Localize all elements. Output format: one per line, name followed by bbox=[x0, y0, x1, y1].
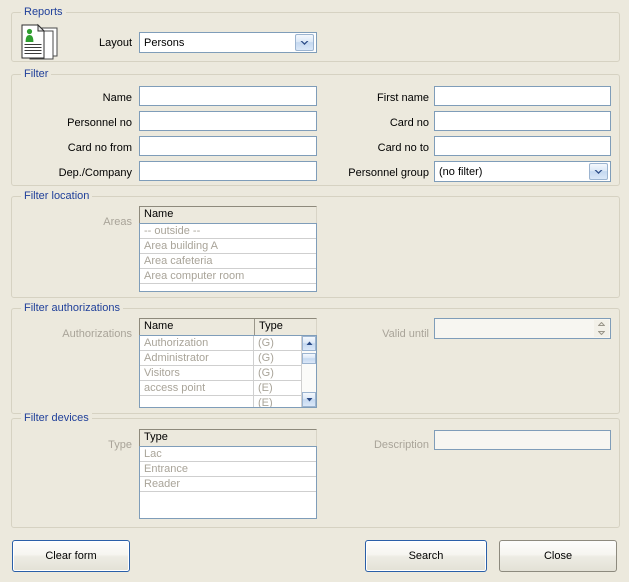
reports-group-legend: Reports bbox=[21, 6, 66, 18]
device-type-cell: Entrance bbox=[144, 463, 189, 475]
authorizations-cell-type: (G) bbox=[258, 352, 274, 364]
areas-cell-name: Area building A bbox=[144, 240, 218, 252]
areas-list-body[interactable]: -- outside -- Area building A Area cafet… bbox=[139, 223, 317, 292]
first-name-label: First name bbox=[377, 92, 429, 104]
device-type-cell bbox=[140, 507, 316, 518]
authorizations-cell-name: Visitors bbox=[140, 366, 254, 380]
table-row[interactable]: access point (E) bbox=[140, 381, 301, 396]
areas-cell-name: Area cafeteria bbox=[144, 255, 213, 267]
name-label: Name bbox=[102, 92, 132, 104]
search-button-label: Search bbox=[408, 550, 444, 562]
card-no-from-input[interactable] bbox=[139, 136, 317, 156]
card-no-to-input[interactable] bbox=[434, 136, 611, 156]
list-item[interactable]: Area cafeteria bbox=[140, 254, 316, 269]
filter-devices-group-legend: Filter devices bbox=[21, 412, 92, 424]
device-type-label: Type bbox=[108, 439, 132, 451]
device-type-column-type[interactable]: Type bbox=[140, 430, 316, 446]
list-item[interactable] bbox=[140, 284, 316, 291]
authorizations-scrollbar[interactable] bbox=[301, 336, 316, 407]
areas-cell-name bbox=[140, 284, 316, 291]
card-no-to-label: Card no to bbox=[377, 142, 429, 154]
personnel-no-label: Personnel no bbox=[67, 117, 132, 129]
personnel-group-combobox[interactable]: (no filter) bbox=[434, 161, 611, 182]
areas-cell-name: -- outside -- bbox=[144, 225, 201, 237]
documents-person-icon bbox=[18, 23, 62, 61]
close-button-label: Close bbox=[543, 550, 573, 562]
card-no-label: Card no bbox=[389, 117, 429, 129]
valid-until-spinner-buttons[interactable] bbox=[594, 320, 609, 337]
filter-authorizations-group-legend: Filter authorizations bbox=[21, 302, 123, 314]
spinner-down-icon[interactable] bbox=[594, 328, 609, 337]
personnel-group-combobox-value: (no filter) bbox=[439, 165, 483, 178]
device-type-list[interactable]: Type Lac Entrance Reader bbox=[139, 429, 317, 519]
first-name-input[interactable] bbox=[434, 86, 611, 106]
authorizations-label: Authorizations bbox=[62, 328, 132, 340]
scrollbar-thumb[interactable] bbox=[302, 353, 316, 364]
authorizations-list-body[interactable]: Authorization (G) Administrator (G) Visi… bbox=[139, 335, 317, 408]
dep-company-input[interactable] bbox=[139, 161, 317, 181]
list-item[interactable]: Reader bbox=[140, 477, 316, 492]
layout-combobox[interactable]: Persons bbox=[139, 32, 317, 53]
scroll-up-icon[interactable] bbox=[302, 336, 316, 351]
valid-until-label: Valid until bbox=[382, 328, 429, 340]
table-row[interactable]: (E) bbox=[140, 396, 301, 407]
authorizations-cell-type: (G) bbox=[258, 337, 274, 349]
authorizations-list-header: Name Type bbox=[139, 318, 317, 335]
list-item[interactable]: Area computer room bbox=[140, 269, 316, 284]
scrollbar-track[interactable] bbox=[302, 351, 316, 392]
device-type-cell bbox=[140, 492, 316, 507]
device-type-cell: Lac bbox=[144, 448, 162, 460]
authorizations-cell-name bbox=[140, 396, 254, 407]
search-button[interactable]: Search bbox=[365, 540, 487, 572]
card-no-from-label: Card no from bbox=[67, 142, 132, 154]
chevron-down-icon[interactable] bbox=[589, 163, 608, 180]
card-no-input[interactable] bbox=[434, 111, 611, 131]
areas-cell-name: Area computer room bbox=[144, 270, 245, 282]
device-type-cell: Reader bbox=[144, 478, 181, 490]
authorizations-cell-name: Administrator bbox=[140, 351, 254, 365]
device-type-list-body[interactable]: Lac Entrance Reader bbox=[139, 446, 317, 519]
list-item[interactable]: Entrance bbox=[140, 462, 316, 477]
scroll-down-icon[interactable] bbox=[302, 392, 316, 407]
layout-combobox-value: Persons bbox=[144, 36, 185, 49]
authorizations-column-type[interactable]: Type bbox=[255, 319, 316, 335]
chevron-down-icon[interactable] bbox=[295, 34, 314, 51]
authorizations-cell-type: (G) bbox=[258, 367, 274, 379]
filter-group-legend: Filter bbox=[21, 68, 52, 80]
table-row[interactable]: Administrator (G) bbox=[140, 351, 301, 366]
close-button[interactable]: Close bbox=[499, 540, 617, 572]
areas-label: Areas bbox=[103, 216, 132, 228]
areas-list-header: Name bbox=[139, 206, 317, 223]
filter-location-group-legend: Filter location bbox=[21, 190, 93, 202]
valid-until-spinner[interactable] bbox=[434, 318, 611, 339]
personnel-group-label: Personnel group bbox=[348, 167, 429, 179]
description-input[interactable] bbox=[434, 430, 611, 450]
dep-company-label: Dep./Company bbox=[58, 167, 132, 179]
list-item[interactable]: Area building A bbox=[140, 239, 316, 254]
description-label: Description bbox=[373, 439, 429, 451]
authorizations-column-name[interactable]: Name bbox=[140, 319, 255, 335]
authorizations-list[interactable]: Name Type Authorization (G) Administrato… bbox=[139, 318, 317, 408]
clear-form-button[interactable]: Clear form bbox=[12, 540, 130, 572]
layout-label: Layout bbox=[98, 37, 132, 49]
authorizations-cell-type: (E) bbox=[258, 382, 273, 394]
authorizations-cell-type: (E) bbox=[258, 397, 273, 407]
list-item[interactable]: Lac bbox=[140, 447, 316, 462]
list-item[interactable]: -- outside -- bbox=[140, 224, 316, 239]
list-item[interactable] bbox=[140, 507, 316, 518]
spinner-up-icon[interactable] bbox=[594, 320, 609, 329]
areas-column-name[interactable]: Name bbox=[140, 207, 316, 223]
table-row[interactable]: Authorization (G) bbox=[140, 336, 301, 351]
areas-list[interactable]: Name -- outside -- Area building A Area … bbox=[139, 206, 317, 292]
personnel-no-input[interactable] bbox=[139, 111, 317, 131]
device-type-list-header: Type bbox=[139, 429, 317, 446]
authorizations-cell-name: access point bbox=[140, 381, 254, 395]
name-input[interactable] bbox=[139, 86, 317, 106]
table-row[interactable]: Visitors (G) bbox=[140, 366, 301, 381]
clear-form-button-label: Clear form bbox=[45, 550, 97, 562]
list-item[interactable] bbox=[140, 492, 316, 507]
authorizations-cell-name: Authorization bbox=[140, 336, 254, 350]
